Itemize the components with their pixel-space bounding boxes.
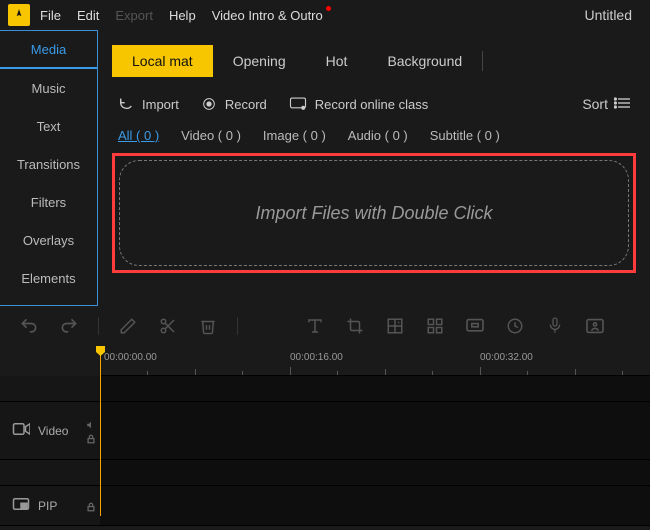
tab-divider — [482, 51, 483, 71]
sidebar-item-text[interactable]: Text — [0, 107, 97, 145]
crop-icon[interactable] — [344, 315, 366, 337]
import-drop-zone[interactable]: Import Files with Double Click — [119, 160, 629, 266]
filter-image[interactable]: Image ( 0 ) — [263, 128, 326, 143]
timeline-ruler[interactable]: 00:00:00.00 00:00:16.00 00:00:32.00 — [100, 346, 650, 376]
toolbar-divider — [237, 317, 238, 335]
notification-dot-icon — [326, 6, 331, 11]
timeline: 00:00:00.00 00:00:16.00 00:00:32.00 Vide… — [0, 346, 650, 526]
scissors-icon[interactable] — [157, 315, 179, 337]
menu-export[interactable]: Export — [115, 8, 153, 23]
sort-icon — [614, 96, 630, 112]
sidebar-item-filters[interactable]: Filters — [0, 183, 97, 221]
record-online-label: Record online class — [315, 97, 428, 112]
track-spacer — [0, 460, 650, 486]
record-button[interactable]: Record — [201, 96, 267, 112]
sidebar-item-overlays[interactable]: Overlays — [0, 221, 97, 259]
menu-help[interactable]: Help — [169, 8, 196, 23]
menu-edit[interactable]: Edit — [77, 8, 99, 23]
undo-icon[interactable] — [18, 315, 40, 337]
app-logo — [8, 4, 30, 26]
mute-icon[interactable] — [86, 419, 96, 429]
ruler-mark: 00:00:00.00 — [104, 352, 157, 363]
record-label: Record — [225, 97, 267, 112]
action-row: Import Record Record online class Sort — [112, 96, 636, 112]
track-pip-label: PIP — [0, 486, 100, 525]
clock-icon[interactable] — [504, 315, 526, 337]
filter-subtitle[interactable]: Subtitle ( 0 ) — [430, 128, 500, 143]
record-online-button[interactable]: Record online class — [289, 96, 428, 112]
content-tabs: Local mat Opening Hot Background — [112, 40, 636, 82]
drop-zone-label: Import Files with Double Click — [255, 203, 492, 224]
pip-track-icon — [12, 497, 30, 514]
record-icon — [201, 96, 217, 112]
trash-icon[interactable] — [197, 315, 219, 337]
import-label: Import — [142, 97, 179, 112]
track-pip[interactable]: PIP — [0, 486, 650, 526]
sort-label: Sort — [582, 96, 608, 112]
content-panel: Local mat Opening Hot Background Import … — [98, 30, 650, 306]
grid-icon[interactable] — [424, 315, 446, 337]
ruler-mark: 00:00:32.00 — [480, 352, 533, 363]
menu-video-intro[interactable]: Video Intro & Outro — [212, 8, 323, 23]
document-title: Untitled — [585, 7, 632, 23]
toolbar-divider — [98, 317, 99, 335]
import-icon — [118, 96, 134, 112]
playhead[interactable] — [100, 346, 101, 516]
filter-row: All ( 0 ) Video ( 0 ) Image ( 0 ) Audio … — [112, 128, 636, 143]
tab-hot[interactable]: Hot — [306, 45, 368, 77]
filter-all[interactable]: All ( 0 ) — [118, 128, 159, 143]
sidebar-item-media[interactable]: Media — [0, 31, 97, 69]
menu-video-intro-label: Video Intro & Outro — [212, 8, 323, 23]
sort-button[interactable]: Sort — [582, 96, 630, 112]
tab-opening[interactable]: Opening — [213, 45, 306, 77]
menu-file[interactable]: File — [40, 8, 61, 23]
sidebar-item-elements[interactable]: Elements — [0, 259, 97, 297]
monitor-icon — [289, 96, 307, 112]
main-area: Media Music Text Transitions Filters Ove… — [0, 30, 650, 306]
sidebar-item-transitions[interactable]: Transitions — [0, 145, 97, 183]
mosaic-icon[interactable]: + — [384, 315, 406, 337]
text-icon[interactable] — [304, 315, 326, 337]
track-spacer — [0, 376, 650, 402]
tab-background[interactable]: Background — [367, 45, 482, 77]
svg-text:+: + — [397, 321, 400, 327]
edit-toolbar: + — [0, 306, 650, 346]
track-pip-lane[interactable] — [100, 486, 650, 525]
import-button[interactable]: Import — [118, 96, 179, 112]
tab-local[interactable]: Local mat — [112, 45, 213, 77]
filter-audio[interactable]: Audio ( 0 ) — [348, 128, 408, 143]
title-bar: File Edit Export Help Video Intro & Outr… — [0, 0, 650, 30]
ruler-mark: 00:00:16.00 — [290, 352, 343, 363]
filter-video[interactable]: Video ( 0 ) — [181, 128, 241, 143]
pen-icon[interactable] — [117, 315, 139, 337]
redo-icon[interactable] — [58, 315, 80, 337]
drop-zone-highlight: Import Files with Double Click — [112, 153, 636, 273]
lock-icon[interactable] — [86, 433, 96, 443]
track-video-lane[interactable] — [100, 402, 650, 459]
video-track-icon — [12, 422, 30, 439]
screen-icon[interactable] — [464, 315, 486, 337]
person-icon[interactable] — [584, 315, 606, 337]
track-video-label: Video — [0, 402, 100, 459]
sidebar-item-music[interactable]: Music — [0, 69, 97, 107]
mic-icon[interactable] — [544, 315, 566, 337]
lock-icon[interactable] — [86, 501, 96, 511]
sidebar: Media Music Text Transitions Filters Ove… — [0, 30, 98, 306]
track-video[interactable]: Video — [0, 402, 650, 460]
